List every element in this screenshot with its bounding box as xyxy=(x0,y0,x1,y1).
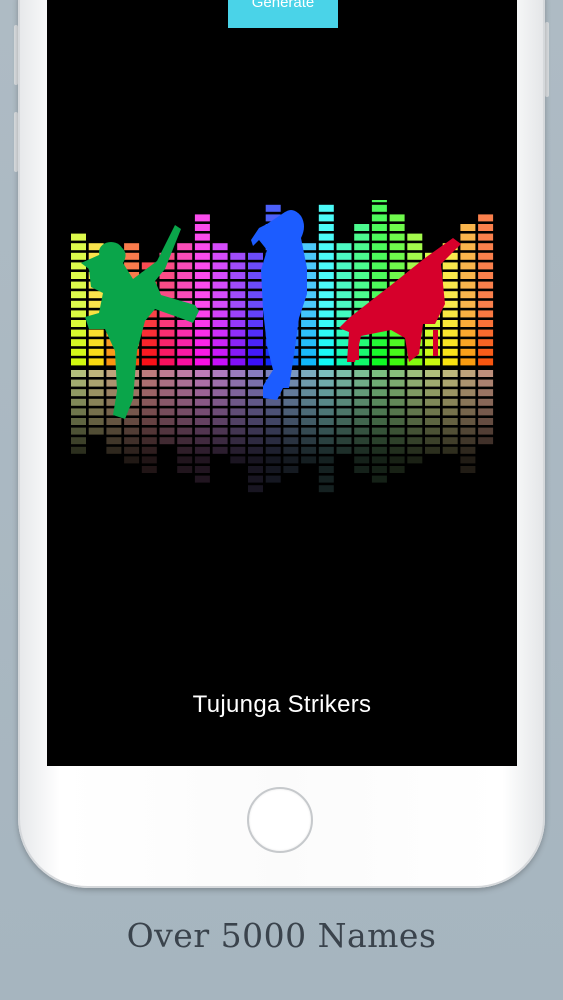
phone-screen: Generate Tujunga Strikers xyxy=(47,0,517,766)
app-store-screenshot: Generate Tujunga Strikers Over 5000 Name… xyxy=(0,0,563,1000)
generate-button[interactable]: Generate xyxy=(228,0,338,28)
band-name-text: Tujunga Strikers xyxy=(192,691,372,718)
home-button[interactable] xyxy=(247,787,313,853)
power-button xyxy=(545,22,549,97)
equalizer-graphic xyxy=(71,200,494,493)
promo-caption: Over 5000 Names xyxy=(126,916,437,955)
